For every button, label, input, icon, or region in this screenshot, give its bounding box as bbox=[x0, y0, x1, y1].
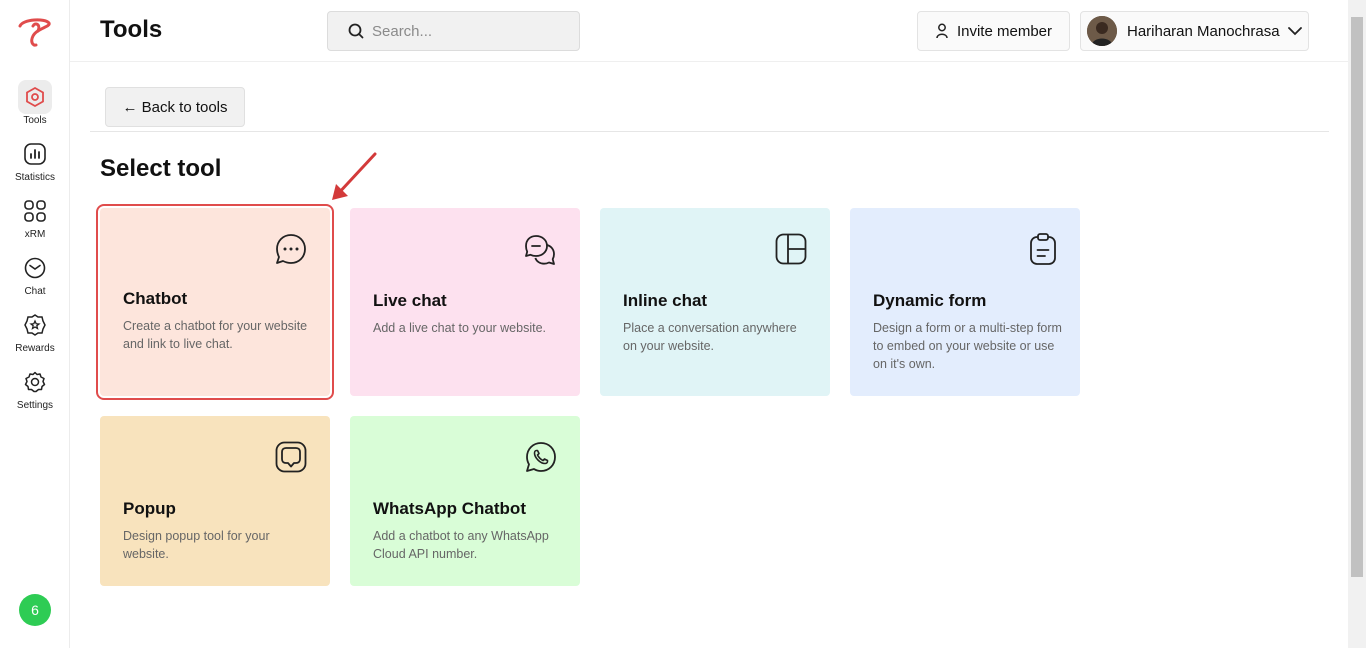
notification-badge[interactable]: 6 bbox=[19, 594, 51, 626]
sidebar-item-label: xRM bbox=[24, 229, 46, 240]
hexagon-icon bbox=[18, 80, 52, 114]
tool-card-whatsapp-chatbot[interactable]: WhatsApp Chatbot Add a chatbot to any Wh… bbox=[350, 416, 580, 586]
bar-chart-icon bbox=[18, 137, 52, 171]
sidebar-item-xrm[interactable]: xRM bbox=[0, 194, 70, 240]
divider bbox=[90, 131, 1329, 132]
sidebar: Tools Statistics xRM Chat Rewards Settin… bbox=[0, 0, 70, 648]
logo-icon[interactable] bbox=[17, 14, 53, 48]
tool-card-description: Add a chatbot to any WhatsApp Cloud API … bbox=[373, 529, 549, 561]
tool-card-title: Inline chat bbox=[623, 291, 708, 310]
tool-card-description: Create a chatbot for your website and li… bbox=[123, 319, 308, 351]
sidebar-item-tools[interactable]: Tools bbox=[0, 80, 70, 126]
tool-card-live-chat[interactable]: Live chat Add a live chat to your websit… bbox=[350, 208, 580, 396]
chat-bubbles-icon bbox=[525, 235, 555, 265]
invite-member-button[interactable]: Invite member bbox=[917, 11, 1070, 51]
invite-member-label: Invite member bbox=[956, 22, 1053, 40]
sidebar-item-label: Settings bbox=[16, 400, 54, 411]
tool-card-title: Popup bbox=[123, 499, 176, 518]
header: Tools Invite member Hariharan Manochrasa bbox=[70, 0, 1348, 62]
tool-card-inline-chat[interactable]: Inline chat Place a conversation anywher… bbox=[600, 208, 830, 396]
layout-icon bbox=[775, 233, 807, 265]
tool-card-description: Design a form or a multi-step form to em… bbox=[873, 321, 1062, 371]
back-to-tools-button[interactable]: ← Back to tools bbox=[105, 87, 245, 127]
tool-card-title: WhatsApp Chatbot bbox=[373, 499, 526, 518]
page-title: Tools bbox=[100, 16, 163, 43]
clipboard-icon bbox=[1030, 233, 1056, 265]
sidebar-item-label: Rewards bbox=[15, 343, 55, 354]
user-name: Hariharan Manochrasa bbox=[1127, 22, 1280, 40]
tool-card-chatbot[interactable]: Chatbot Create a chatbot for your websit… bbox=[96, 204, 334, 400]
search-box[interactable] bbox=[327, 11, 580, 51]
user-menu[interactable]: Hariharan Manochrasa bbox=[1080, 11, 1309, 51]
whatsapp-icon bbox=[526, 442, 556, 472]
tool-card-title: Dynamic form bbox=[873, 291, 987, 310]
sidebar-item-settings[interactable]: Settings bbox=[0, 365, 70, 411]
badge-icon bbox=[18, 308, 52, 342]
tool-card-description: Design popup tool for your website. bbox=[123, 529, 270, 561]
sidebar-item-label: Statistics bbox=[14, 172, 55, 183]
sidebar-item-label: Tools bbox=[23, 115, 47, 126]
user-icon bbox=[936, 23, 948, 39]
search-input[interactable] bbox=[372, 22, 562, 40]
tool-card-title: Live chat bbox=[373, 291, 447, 310]
grid-icon bbox=[18, 194, 52, 228]
sidebar-item-chat[interactable]: Chat bbox=[0, 251, 70, 297]
tool-card-popup[interactable]: Popup Design popup tool for your website… bbox=[100, 416, 330, 586]
chevron-down-icon bbox=[1287, 27, 1302, 36]
scrollbar-thumb[interactable] bbox=[1351, 17, 1363, 577]
tool-card-description: Place a conversation anywhere on your we… bbox=[623, 321, 797, 353]
annotation-arrow-icon bbox=[332, 152, 377, 200]
tool-card-title: Chatbot bbox=[123, 289, 188, 308]
tool-card-dynamic-form[interactable]: Dynamic form Design a form or a multi-st… bbox=[850, 208, 1080, 396]
sidebar-item-label: Chat bbox=[24, 286, 46, 297]
sidebar-item-statistics[interactable]: Statistics bbox=[0, 137, 70, 183]
avatar bbox=[1087, 16, 1117, 46]
tool-card-description: Add a live chat to your website. bbox=[373, 321, 547, 335]
popup-icon bbox=[275, 441, 307, 473]
chat-bubble-icon bbox=[18, 251, 52, 285]
gear-icon bbox=[18, 365, 52, 399]
search-icon bbox=[348, 23, 364, 39]
chat-dots-icon bbox=[276, 234, 306, 264]
section-title: Select tool bbox=[100, 155, 222, 182]
sidebar-item-rewards[interactable]: Rewards bbox=[0, 308, 70, 354]
